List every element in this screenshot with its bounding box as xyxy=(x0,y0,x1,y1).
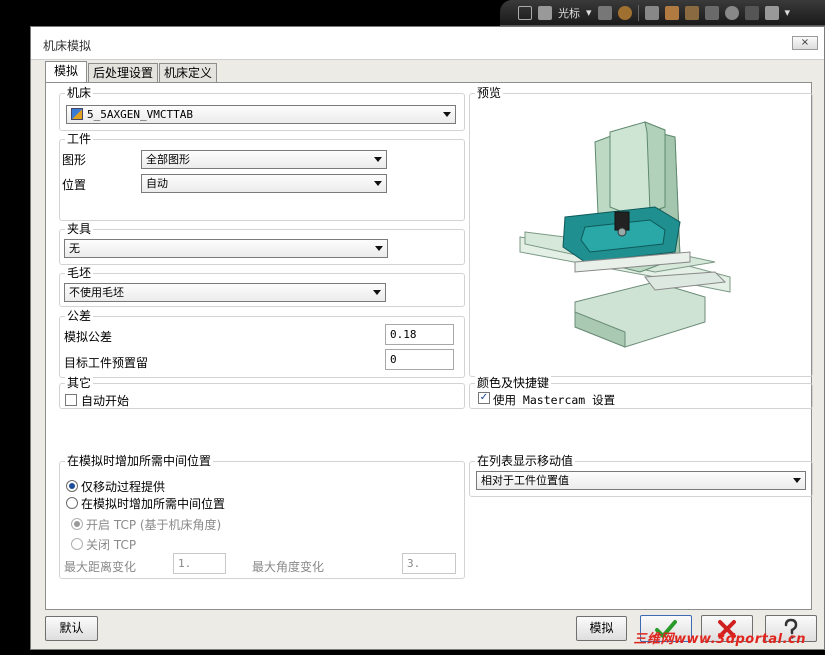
machine-select-value: 5_5AXGEN_VMCTTAB xyxy=(87,108,193,121)
sim-tolerance-input[interactable]: 0.18 xyxy=(385,324,454,345)
default-button[interactable]: 默认 xyxy=(45,616,98,641)
machine-group: 机床 5_5AXGEN_VMCTTAB xyxy=(59,86,465,131)
workpiece-legend: 工件 xyxy=(65,132,94,146)
other-group: 其它 自动开始 xyxy=(59,376,465,409)
use-mastercam-checkbox[interactable]: ✓ xyxy=(478,392,490,404)
box-icon[interactable] xyxy=(684,5,699,20)
dropdown-icon[interactable]: ▾ xyxy=(586,6,592,19)
tcp-off-label: 关闭 TCP xyxy=(86,538,137,552)
max-distance-input[interactable]: 1. xyxy=(173,553,226,574)
lock-icon[interactable] xyxy=(518,5,532,20)
chevron-down-icon xyxy=(793,478,801,483)
title-bar: 机床模拟 × xyxy=(31,27,824,60)
tab-machine-definition[interactable]: 机床定义 xyxy=(159,63,218,82)
only-provided-radio[interactable] xyxy=(66,480,78,492)
fixture-legend: 夹具 xyxy=(65,222,94,236)
tab-post-settings[interactable]: 后处理设置 xyxy=(88,63,159,82)
dialog-title: 机床模拟 xyxy=(43,39,92,53)
axis-icon[interactable] xyxy=(597,5,612,20)
add-intermediate-label: 在模拟时增加所需中间位置 xyxy=(81,497,226,511)
chevron-down-icon xyxy=(373,290,381,295)
cursor-label[interactable]: 光标 xyxy=(558,5,580,21)
tcp-on-radio[interactable] xyxy=(71,518,83,530)
preview-group: 预览 xyxy=(469,86,813,377)
tab-simulation[interactable]: 模拟 xyxy=(45,61,88,82)
intermediate-legend: 在模拟时增加所需中间位置 xyxy=(65,454,214,468)
fixture-select[interactable]: 无 xyxy=(64,239,388,258)
tolerance-group: 公差 模拟公差 0.18 目标工件预置留 0 xyxy=(59,309,465,378)
fixture-select-value: 无 xyxy=(69,242,80,255)
chevron-down-icon xyxy=(374,181,382,186)
shape-select[interactable]: 全部图形 xyxy=(141,150,387,169)
machine-select[interactable]: 5_5AXGEN_VMCTTAB xyxy=(66,105,456,124)
shade-icon[interactable] xyxy=(664,5,679,20)
autostart-label: 自动开始 xyxy=(81,394,130,408)
view-icon[interactable] xyxy=(764,5,779,20)
box-wire-icon[interactable] xyxy=(704,5,719,20)
intermediate-group: 在模拟时增加所需中间位置 仅移动过程提供 在模拟时增加所需中间位置 开启 TCP… xyxy=(59,454,465,579)
shape-select-value: 全部图形 xyxy=(146,153,190,166)
machine-legend: 机床 xyxy=(65,86,94,100)
tolerance-legend: 公差 xyxy=(65,309,94,323)
fixture-group: 夹具 无 xyxy=(59,222,465,265)
gear-icon[interactable] xyxy=(617,5,632,20)
position-select[interactable]: 自动 xyxy=(141,174,387,193)
dropdown-icon-2[interactable]: ▾ xyxy=(785,6,791,19)
tab-strip: 模拟 后处理设置 机床定义 xyxy=(45,61,218,83)
max-angle-label: 最大角度变化 xyxy=(252,560,325,574)
position-select-value: 自动 xyxy=(146,177,168,190)
position-label: 位置 xyxy=(62,178,87,192)
list-display-legend: 在列表显示移动值 xyxy=(475,454,576,468)
max-angle-input[interactable]: 3. xyxy=(402,553,456,574)
stock-select-value: 不使用毛坯 xyxy=(69,286,124,299)
shape-label: 图形 xyxy=(62,153,87,167)
add-intermediate-radio[interactable] xyxy=(66,497,78,509)
tab-panel: 机床 5_5AXGEN_VMCTTAB 工件 图形 全部图形 位置 自动 夹具 xyxy=(45,82,813,610)
chevron-down-icon xyxy=(375,246,383,251)
other-legend: 其它 xyxy=(65,376,94,390)
sim-tolerance-label: 模拟公差 xyxy=(64,330,113,344)
cursor-icon[interactable] xyxy=(538,5,552,20)
stock-legend: 毛坯 xyxy=(65,266,94,280)
toolbar-separator xyxy=(637,4,639,21)
colors-shortcuts-legend: 颜色及快捷键 xyxy=(475,376,552,390)
close-button[interactable]: × xyxy=(792,36,818,50)
autostart-checkbox[interactable] xyxy=(65,394,77,406)
top-toolbar: 光标 ▾ ▾ xyxy=(500,0,825,26)
simulate-button[interactable]: 模拟 xyxy=(576,616,627,641)
use-mastercam-label: 使用 Mastercam 设置 xyxy=(493,393,616,407)
stock-group: 毛坯 不使用毛坯 xyxy=(59,266,465,307)
chevron-down-icon xyxy=(374,157,382,162)
select-icon[interactable] xyxy=(644,5,659,20)
machine-icon xyxy=(71,108,83,120)
render-icon[interactable] xyxy=(744,5,759,20)
close-icon: × xyxy=(800,37,810,48)
max-distance-label: 最大距离变化 xyxy=(64,560,137,574)
preview-legend: 预览 xyxy=(475,86,504,100)
machine-simulation-dialog: 机床模拟 × 模拟 后处理设置 机床定义 机床 5_5AXGEN_VMCTTAB… xyxy=(30,26,825,650)
machine-preview-image xyxy=(519,121,731,348)
tcp-off-radio[interactable] xyxy=(71,538,83,550)
stock-select[interactable]: 不使用毛坯 xyxy=(64,283,386,302)
watermark: 三维网www.3dportal.cn xyxy=(633,632,806,647)
list-display-select-value: 相对于工件位置值 xyxy=(481,474,569,487)
only-provided-label: 仅移动过程提供 xyxy=(81,480,166,494)
stock-offset-input[interactable]: 0 xyxy=(385,349,454,370)
list-display-select[interactable]: 相对于工件位置值 xyxy=(476,471,806,490)
tcp-on-label: 开启 TCP (基于机床角度) xyxy=(86,518,222,532)
sphere-icon[interactable] xyxy=(724,5,739,20)
stock-offset-label: 目标工件预置留 xyxy=(64,356,149,370)
list-display-group: 在列表显示移动值 相对于工件位置值 xyxy=(469,454,813,497)
workpiece-group: 工件 图形 全部图形 位置 自动 xyxy=(59,132,465,221)
colors-shortcuts-group: 颜色及快捷键 ✓ 使用 Mastercam 设置 xyxy=(469,376,813,409)
chevron-down-icon xyxy=(443,112,451,117)
